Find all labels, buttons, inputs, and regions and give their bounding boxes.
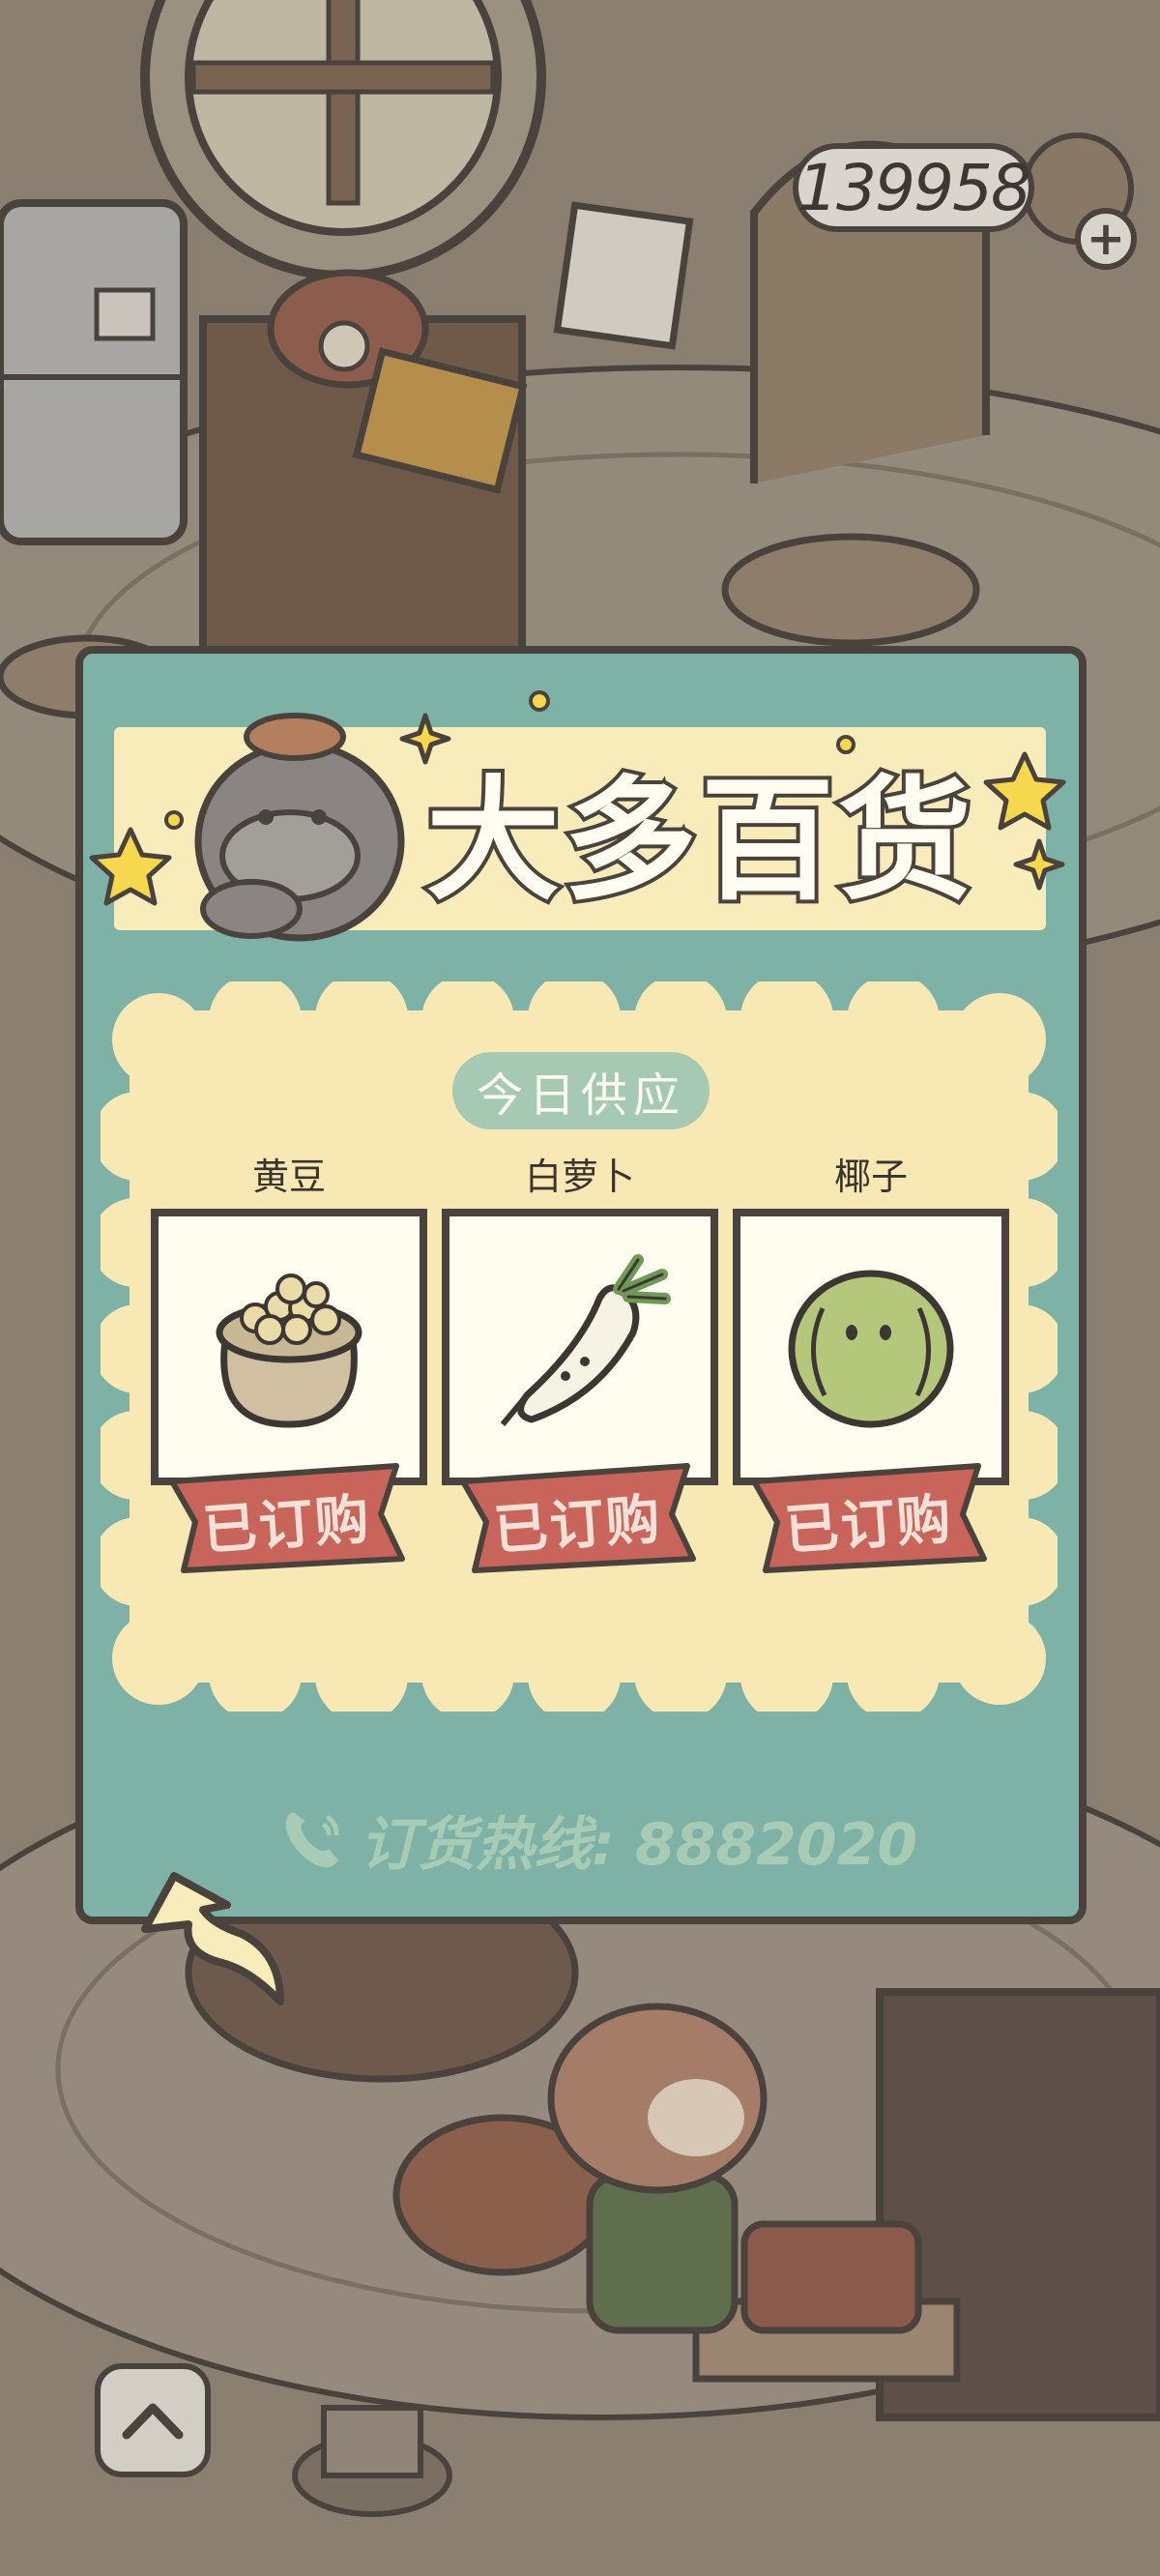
coin-counter: 139958: [793, 143, 1034, 232]
coconut-icon: [788, 1270, 954, 1428]
order-hotline: 订货热线: 8882020: [280, 1800, 957, 1879]
item-name-soybean: 黄豆: [251, 1156, 326, 1198]
ordered-tag-soybean: 已订购: [166, 1460, 406, 1574]
item-card-coconut[interactable]: [733, 1209, 1009, 1485]
plus-icon: +: [1086, 212, 1126, 266]
white-radish-icon: [500, 1254, 671, 1426]
item-card-radish[interactable]: [442, 1209, 718, 1485]
hippo-mascot-icon: [194, 713, 405, 942]
today-supply-label: 今日供应: [452, 1052, 710, 1129]
phone-icon: [285, 1812, 339, 1868]
item-name-coconut: 椰子: [833, 1156, 908, 1198]
ordered-tag-radish: 已订购: [457, 1460, 697, 1574]
shop-title: 大多百货: [422, 759, 975, 922]
back-arrow-button[interactable]: [135, 1857, 290, 2011]
ordered-status: 已订购: [491, 1487, 664, 1563]
scroll-up-button[interactable]: [95, 2363, 211, 2477]
chevron-up-icon: [122, 2403, 184, 2440]
coin-count: 139958: [798, 150, 1031, 225]
ordered-status: 已订购: [200, 1487, 373, 1563]
ordered-status: 已订购: [782, 1487, 955, 1563]
item-name-radish: 白萝卜: [524, 1156, 635, 1198]
ordered-tag-coconut: 已订购: [748, 1460, 988, 1574]
item-card-soybean[interactable]: [151, 1209, 427, 1485]
add-coins-button[interactable]: +: [1075, 208, 1137, 270]
hotline-text: 订货热线: 8882020: [360, 1810, 918, 1879]
soybean-sack-icon: [216, 1273, 362, 1428]
